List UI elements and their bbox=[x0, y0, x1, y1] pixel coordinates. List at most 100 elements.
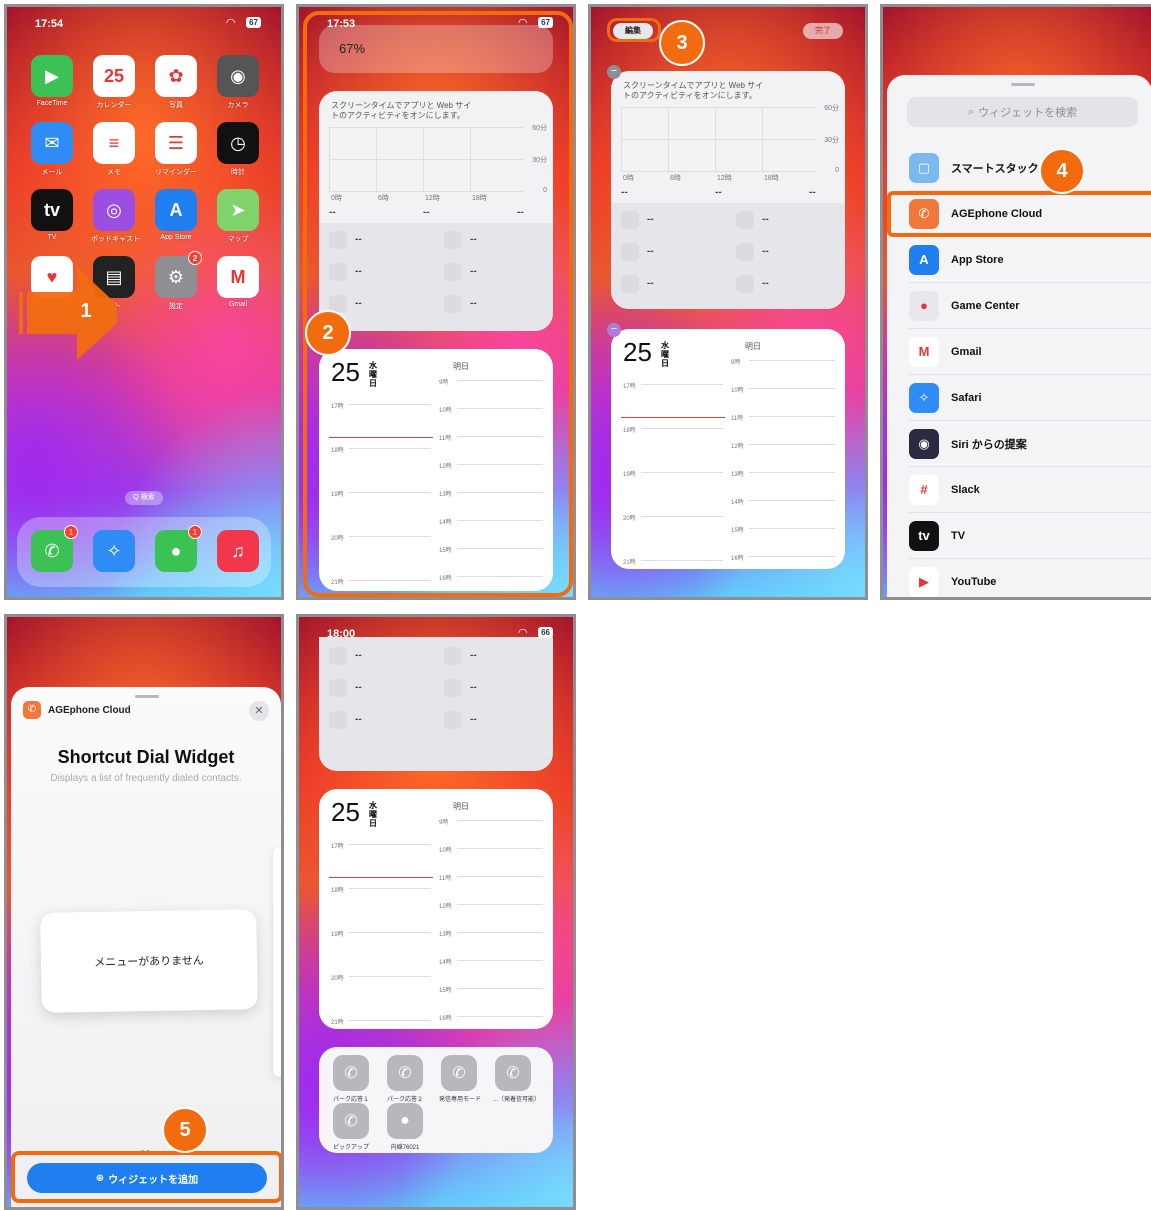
next-preview-card[interactable] bbox=[273, 847, 281, 1077]
app-tv[interactable]: tv TV bbox=[29, 189, 75, 241]
category-value: -- bbox=[647, 214, 654, 225]
calendar-day: 25 bbox=[331, 797, 360, 827]
phone-icon: ✆ bbox=[333, 1055, 369, 1091]
app-notes[interactable]: ≡ メモ bbox=[91, 122, 137, 177]
category-item: -- bbox=[621, 211, 654, 229]
widget-preview-card[interactable]: メニューがありません bbox=[40, 909, 258, 1013]
hour-line bbox=[749, 416, 835, 417]
hour-label: 19時 bbox=[623, 472, 636, 478]
safari-icon[interactable]: ✧ bbox=[93, 530, 135, 572]
app-camera[interactable]: ◉ カメラ bbox=[215, 55, 261, 110]
category-item: -- bbox=[329, 647, 362, 665]
app-video[interactable]: ▶ FaceTime bbox=[29, 55, 75, 107]
app-clock[interactable]: ◷ 時計 bbox=[215, 122, 261, 177]
app-photos[interactable]: ✿ 写真 bbox=[153, 55, 199, 110]
category-value: -- bbox=[647, 246, 654, 257]
hour-label: 16時 bbox=[731, 556, 744, 562]
widget-preview-sheet: ✆ AGEphone Cloud ✕ Shortcut Dial Widget … bbox=[11, 687, 281, 1207]
app-gmail[interactable]: M Gmail bbox=[215, 256, 261, 308]
camera-icon-glyph: ◉ bbox=[230, 65, 246, 86]
widget-search-field[interactable]: ⌕ ウィジェットを検索 bbox=[907, 97, 1138, 127]
app-podcast[interactable]: ◎ ポッドキャスト bbox=[91, 189, 140, 244]
hour-label: 9時 bbox=[439, 820, 449, 826]
mail-icon-glyph: ✉ bbox=[44, 132, 60, 153]
hour-line bbox=[749, 556, 835, 557]
status-bar: 17:54 ◠ 67 bbox=[35, 17, 261, 33]
phone-icon: ✆ bbox=[333, 1103, 369, 1139]
app-mail[interactable]: ✉ メール bbox=[29, 122, 75, 177]
shortcut-item[interactable]: ● 内線76021 bbox=[385, 1103, 425, 1151]
remove-widget-icon[interactable]: − bbox=[607, 65, 621, 79]
x-tick: 18時 bbox=[764, 175, 779, 182]
calendar-widget[interactable]: 25 水曜日 明日 17時 18時 19時 20時 21時 9時 10時 11時 12時 13時 1… bbox=[319, 789, 553, 1029]
battery-icon: 66 bbox=[538, 627, 553, 638]
category-icon bbox=[329, 679, 347, 697]
close-icon[interactable]: ✕ bbox=[249, 701, 269, 721]
wifi-icon: ◠ bbox=[518, 627, 527, 639]
chart-gridline bbox=[621, 139, 815, 140]
panel-widget-gallery: ⌕ ウィジェットを検索 ▢ スマートスタック ✆ AGEphone Cloud A App … bbox=[880, 4, 1151, 600]
app-reminders[interactable]: ☰ リマインダー bbox=[153, 122, 199, 177]
widget-list-item[interactable]: ▢ スマートスタック bbox=[909, 145, 1151, 191]
dash-value: -- bbox=[621, 187, 628, 198]
shortcut-dial-widget[interactable]: ✆ パーク応答１ ✆ パーク応答２ ✆ 発信専用モード ✆ ...（発着信可能） ✆ ピックアップ… bbox=[319, 1047, 553, 1153]
shortcut-label: 発信専用モード bbox=[439, 1097, 482, 1103]
screen-time-widget[interactable]: -- -- -- -- -- -- bbox=[319, 637, 553, 771]
dash-value: -- bbox=[809, 187, 816, 198]
app-label: ポッドキャスト bbox=[91, 236, 140, 243]
calendar-widget[interactable]: 25 水曜日 明日 17時 18時 19時 20時 21時 9時 10時 11時 12時 13時 1… bbox=[611, 329, 845, 569]
category-value: -- bbox=[762, 246, 769, 257]
widget-list-label: Game Center bbox=[951, 299, 1020, 312]
person-icon: ● bbox=[387, 1103, 423, 1139]
shortcut-item[interactable]: ✆ 発信専用モード bbox=[439, 1055, 482, 1103]
messages-icon[interactable]: ● 1 bbox=[155, 525, 202, 572]
search-pill[interactable]: Q 検索 bbox=[125, 491, 163, 505]
chart-vline bbox=[715, 107, 716, 171]
clock-icon: ◷ bbox=[217, 122, 259, 164]
done-button[interactable]: 完了 bbox=[803, 23, 843, 39]
widget-list-item[interactable]: ◉ Siri からの提案 bbox=[909, 421, 1151, 467]
notification-badge: 1 bbox=[64, 525, 78, 539]
widget-list-item[interactable]: M Gmail bbox=[909, 329, 1151, 375]
app-maps[interactable]: ➤ マップ bbox=[215, 189, 261, 244]
phone-icon: ✆ bbox=[495, 1055, 531, 1091]
widget-list-item[interactable]: tv TV bbox=[909, 513, 1151, 559]
screen-time-message: スクリーンタイムでアプリと Web サイトのアクティビティをオンにします。 bbox=[623, 81, 764, 100]
photos-icon: ✿ bbox=[155, 55, 197, 97]
app-settings[interactable]: ⚙ 2 設定 bbox=[153, 251, 202, 311]
y-tick: 0 bbox=[835, 167, 839, 174]
shortcut-item[interactable]: ✆ パーク応答２ bbox=[385, 1055, 425, 1103]
widget-list-item[interactable]: ▶ YouTube bbox=[909, 559, 1151, 597]
music-icon[interactable]: ♫ bbox=[217, 530, 259, 572]
hour-line bbox=[641, 516, 723, 517]
app-calendar[interactable]: 25 カレンダー bbox=[91, 55, 137, 110]
shortcut-item[interactable]: ✆ パーク応答１ bbox=[331, 1055, 371, 1103]
shortcut-item[interactable]: ✆ ...（発着信可能） bbox=[493, 1055, 540, 1103]
app-label: TV bbox=[47, 234, 57, 241]
widget-list-item[interactable]: A App Store bbox=[909, 237, 1151, 283]
hour-label: 14時 bbox=[439, 960, 452, 966]
widget-list-item[interactable]: # Slack bbox=[909, 467, 1151, 513]
video-icon: ▶ bbox=[31, 55, 73, 97]
phone-icon[interactable]: ✆ 1 bbox=[31, 525, 78, 572]
notes-icon-glyph: ≡ bbox=[108, 132, 120, 153]
sheet-grabber[interactable] bbox=[1011, 83, 1035, 86]
screen-time-widget[interactable]: スクリーンタイムでアプリと Web サイトのアクティビティをオンにします。 60… bbox=[611, 71, 845, 309]
category-value: -- bbox=[470, 682, 477, 693]
hour-label: 21時 bbox=[623, 560, 636, 566]
sheet-grabber[interactable] bbox=[135, 695, 159, 698]
app-appstore[interactable]: A App Store bbox=[153, 189, 199, 241]
widget-list-item[interactable]: ● Game Center bbox=[909, 283, 1151, 329]
widget-list-item[interactable]: ✧ Safari bbox=[909, 375, 1151, 421]
shortcut-label: 内線76021 bbox=[390, 1145, 420, 1151]
remove-widget-icon[interactable]: − bbox=[607, 323, 621, 337]
highlight-agephone bbox=[887, 191, 1151, 237]
tv-icon-glyph: tv bbox=[43, 199, 60, 220]
category-item: -- bbox=[621, 243, 654, 261]
widget-title: Shortcut Dial Widget bbox=[57, 747, 235, 767]
category-icon bbox=[444, 647, 462, 665]
calendar-weekday: 水曜日 bbox=[661, 341, 669, 368]
agephone-icon: ✆ bbox=[23, 701, 41, 719]
hour-label: 17時 bbox=[331, 844, 344, 850]
shortcut-item[interactable]: ✆ ピックアップ bbox=[331, 1103, 371, 1151]
